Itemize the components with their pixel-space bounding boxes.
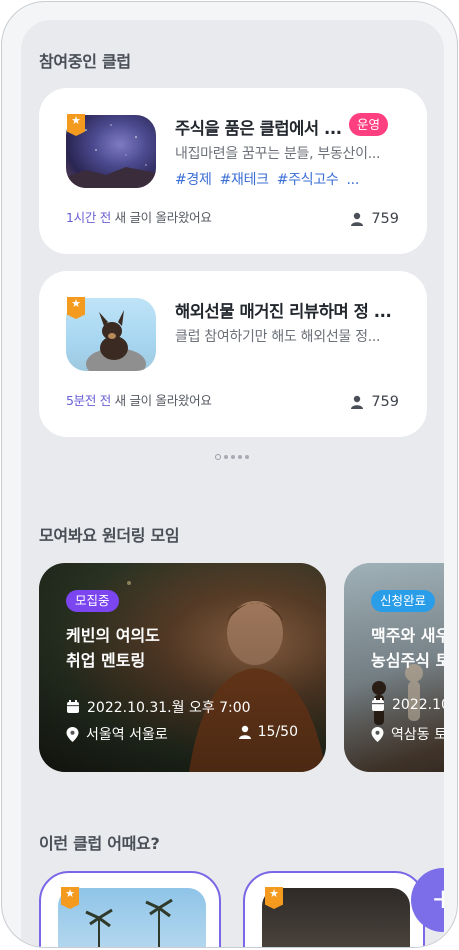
- status-badge: 신청완료: [371, 590, 436, 612]
- location-pin-icon: [371, 726, 384, 742]
- meetup-place: 역삼동 토: [371, 724, 444, 744]
- club-description: 클럽 참여하기만 해도 해외선물 정...: [175, 329, 381, 345]
- pager-dot[interactable]: [224, 455, 228, 459]
- recommended-club-card[interactable]: ★: [39, 871, 221, 947]
- owner-badge-icon: ★: [67, 114, 85, 136]
- meetup-card[interactable]: 신청완료 맥주와 새우 농심주식 토 2022.10 역삼동 토: [344, 563, 444, 772]
- activity-text: 새 글이 올라왔어요: [110, 393, 212, 408]
- person-icon: [238, 725, 251, 739]
- calendar-icon: [67, 700, 79, 713]
- club-thumbnail: [58, 888, 206, 947]
- owner-badge-icon: ★: [67, 297, 85, 319]
- section-title-recommended: 이런 클럽 어때요?: [39, 834, 160, 853]
- carousel-pager: [215, 454, 249, 460]
- meetup-date-text: 2022.10.31.월 오후 7:00: [87, 700, 251, 716]
- activity-time: 5분전 전: [66, 393, 111, 408]
- meetup-place: 서울역 서울로: [66, 724, 168, 744]
- pager-dot-active[interactable]: [215, 454, 221, 460]
- club-description: 내집마련을 꿈꾸는 분들, 부동산이...: [175, 146, 381, 162]
- meetup-title-line: 취업 멘토링: [66, 651, 146, 670]
- meetup-date-text: 2022.10: [392, 697, 444, 713]
- plus-icon: +: [431, 882, 444, 915]
- meetup-title-line: 농심주식 토: [371, 651, 444, 670]
- club-tags: #경제 #재테크 #주식고수...: [175, 169, 367, 189]
- meetup-title-line: 맥주와 새우: [371, 626, 444, 645]
- tag[interactable]: #주식고수: [277, 172, 339, 188]
- tag-more[interactable]: ...: [347, 172, 360, 188]
- location-pin-icon: [66, 726, 79, 742]
- meetup-participants: 15/50: [238, 724, 298, 740]
- activity-text: 새 글이 올라왔어요: [110, 210, 212, 225]
- owner-badge-icon: ★: [61, 887, 79, 909]
- pager-dot[interactable]: [231, 455, 235, 459]
- meetup-title-line: 케빈의 여의도: [66, 626, 160, 645]
- meetup-date: 2022.10.31.월 오후 7:00: [66, 697, 251, 717]
- member-count: 759: [350, 394, 399, 410]
- club-title: 해외선물 매거진 리뷰하며 정 ...: [175, 302, 392, 321]
- admin-badge: 운영: [349, 113, 389, 136]
- calendar-icon: [372, 698, 384, 711]
- phone-frame: 참여중인 클럽 ★ 주식을 품은 클럽에서 ... 운영 내집마련을 꿈꾸는 분…: [1, 1, 458, 948]
- meetup-title: 맥주와 새우 농심주식 토: [371, 623, 444, 673]
- club-activity: 5분전 전 새 글이 올라왔어요: [66, 390, 212, 409]
- status-badge: 모집중: [66, 590, 119, 612]
- member-count-value: 759: [371, 394, 399, 410]
- person-icon: [351, 212, 364, 226]
- recommended-club-card[interactable]: ★: [243, 871, 425, 947]
- meetup-date: 2022.10: [371, 697, 444, 713]
- meetup-participants-value: 15/50: [257, 724, 298, 740]
- pager-dot[interactable]: [238, 455, 242, 459]
- tag[interactable]: #경제: [175, 172, 212, 188]
- club-activity: 1시간 전 새 글이 올라왔어요: [66, 207, 212, 226]
- owner-badge-icon: ★: [265, 887, 283, 909]
- meetup-title: 케빈의 여의도 취업 멘토링: [66, 623, 160, 673]
- section-title-meetups: 모여봐요 원더링 모임: [39, 526, 180, 545]
- meetup-card[interactable]: 모집중 케빈의 여의도 취업 멘토링 2022.10.31.월 오후 7:00 …: [39, 563, 326, 772]
- person-icon: [351, 395, 364, 409]
- meetup-place-text: 역삼동 토: [391, 727, 444, 743]
- club-title: 주식을 품은 클럽에서 ...: [175, 119, 342, 138]
- activity-time: 1시간 전: [66, 210, 111, 225]
- member-count-value: 759: [371, 211, 399, 227]
- club-thumbnail: [262, 888, 410, 947]
- tag[interactable]: #재테크: [220, 172, 269, 188]
- section-title-my-clubs: 참여중인 클럽: [39, 52, 131, 71]
- meetup-place-text: 서울역 서울로: [86, 727, 168, 743]
- club-card[interactable]: ★ 주식을 품은 클럽에서 ... 운영 내집마련을 꿈꾸는 분들, 부동산이.…: [39, 88, 427, 254]
- member-count: 759: [350, 211, 399, 227]
- pager-dot[interactable]: [245, 455, 249, 459]
- club-card[interactable]: ★ 해외선물 매거진 리뷰하며 정 ... 클럽 참여하기만 해도 해외선물 정…: [39, 271, 427, 437]
- app-screen: 참여중인 클럽 ★ 주식을 품은 클럽에서 ... 운영 내집마련을 꿈꾸는 분…: [21, 20, 444, 947]
